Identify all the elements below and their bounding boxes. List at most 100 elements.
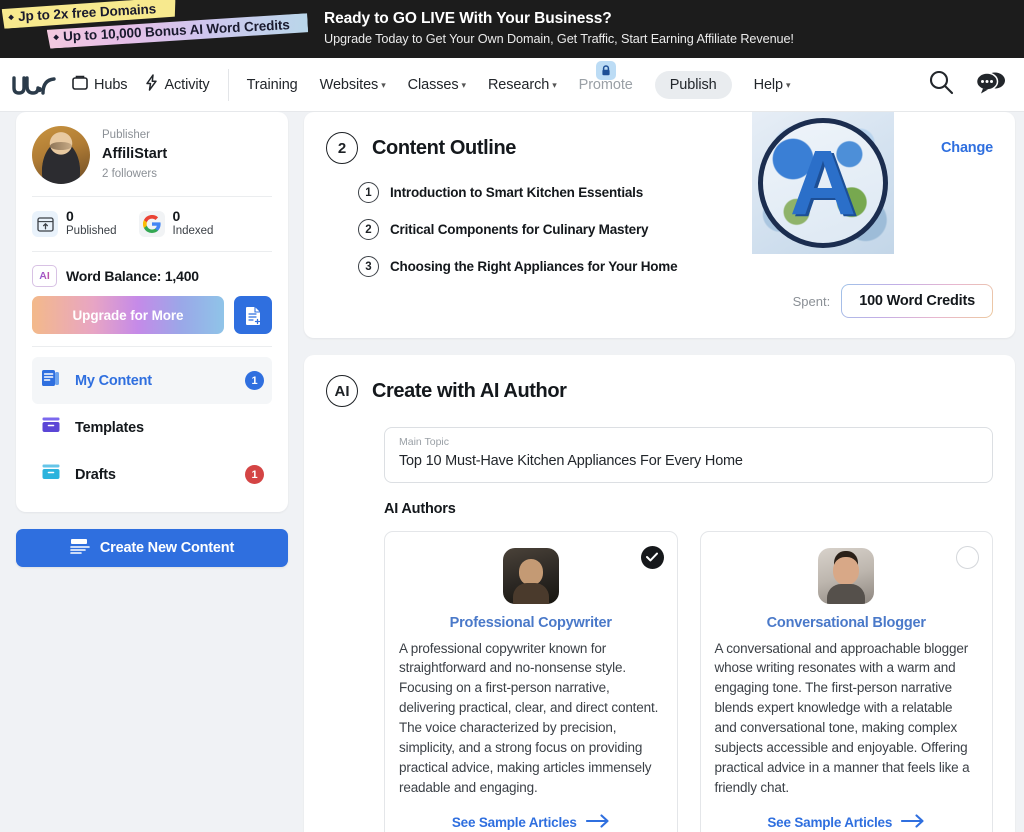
promo-headline: Ready to GO LIVE With Your Business? xyxy=(324,10,612,28)
arrow-right-icon xyxy=(585,814,610,831)
author-card-professional-copywriter[interactable]: Professional Copywriter A professional c… xyxy=(384,530,678,832)
sidebar-card: Publisher AffiliStart 2 followers 0 Publ… xyxy=(16,112,288,513)
drafts-box-icon xyxy=(40,461,62,488)
outline-item[interactable]: 2 Critical Components for Culinary Maste… xyxy=(358,219,991,240)
nav-actions xyxy=(928,69,1006,100)
upgrade-row: Upgrade for More xyxy=(32,296,272,346)
outline-item[interactable]: 3 Choosing the Right Appliances for Your… xyxy=(358,256,991,277)
step-number-badge: 2 xyxy=(326,132,358,164)
content-pages-icon xyxy=(40,367,62,394)
nav-promote[interactable]: Promote xyxy=(579,60,633,93)
promo-banner: Jp to 2x free Domains Up to 10,000 Bonus… xyxy=(0,0,1024,58)
spent-row: Spent: 100 Word Credits xyxy=(793,284,993,318)
new-document-button[interactable] xyxy=(234,296,272,335)
main-topic-input[interactable]: Main Topic Top 10 Must-Have Kitchen Appl… xyxy=(384,427,993,483)
wealthy-affiliate-logo-icon[interactable] xyxy=(12,72,58,98)
promo-badges: Jp to 2x free Domains Up to 10,000 Bonus… xyxy=(0,0,312,58)
avatar xyxy=(32,126,90,184)
thumbnail-letter: A xyxy=(789,131,857,234)
nav-publish-label: Publish xyxy=(669,76,717,93)
sidebar-item-templates[interactable]: Templates xyxy=(32,404,272,451)
nav-help-label: Help xyxy=(753,76,784,93)
stat-indexed-label: Indexed xyxy=(172,225,214,238)
create-new-content-button[interactable]: Create New Content xyxy=(16,529,288,568)
ai-chip-icon: AI xyxy=(32,265,57,288)
lock-icon xyxy=(595,60,616,80)
chevron-down-icon: ▾ xyxy=(786,80,791,90)
author-selected-checkmark-icon[interactable] xyxy=(640,545,664,569)
arrow-right-icon xyxy=(901,814,925,831)
thumbnail-ring: A xyxy=(758,118,888,248)
see-sample-articles-link[interactable]: See Sample Articles xyxy=(399,798,663,831)
ai-authors-grid: Professional Copywriter A professional c… xyxy=(384,530,993,832)
sidebar-item-drafts[interactable]: Drafts 1 xyxy=(32,451,272,498)
article-thumbnail: A xyxy=(752,112,894,254)
outline-item[interactable]: 1 Introduction to Smart Kitchen Essentia… xyxy=(358,182,991,203)
main-topic-value: Top 10 Must-Have Kitchen Appliances For … xyxy=(399,452,743,469)
nav-classes[interactable]: Classes ▾ xyxy=(408,77,466,93)
outline-item-text: Choosing the Right Appliances for Your H… xyxy=(390,259,678,274)
chevron-down-icon: ▾ xyxy=(552,80,557,90)
nav-websites[interactable]: Websites ▾ xyxy=(320,77,386,93)
promo-subline: Upgrade Today to Get Your Own Domain, Ge… xyxy=(324,32,794,47)
nav-training-label: Training xyxy=(246,76,298,93)
stat-indexed-value: 0 xyxy=(172,208,181,224)
nav-websites-label: Websites xyxy=(319,76,379,93)
outline-item-number: 3 xyxy=(358,256,379,277)
word-balance-label: Word Balance: 1,400 xyxy=(66,268,199,285)
content-outline-card: 2 Content Outline 1 Introduction to Smar… xyxy=(304,112,1015,338)
article-thumbnail-wrap[interactable]: A xyxy=(752,112,894,254)
stats-row: 0 Published 0 Indexed xyxy=(32,197,272,251)
author-name[interactable]: Conversational Blogger xyxy=(715,615,979,631)
profile-block[interactable]: Publisher AffiliStart 2 followers xyxy=(32,126,272,196)
see-sample-articles-label: See Sample Articles xyxy=(767,815,893,831)
upgrade-for-more-button[interactable]: Upgrade for More xyxy=(32,296,224,335)
create-new-content-label: Create New Content xyxy=(99,540,235,557)
drafts-count-badge: 1 xyxy=(245,465,264,485)
profile-name: AffiliStart xyxy=(102,146,168,163)
nav-training[interactable]: Training xyxy=(247,77,298,93)
my-content-count-badge: 1 xyxy=(245,371,264,391)
author-avatar xyxy=(502,547,559,604)
chat-icon[interactable] xyxy=(975,70,1006,100)
ai-author-header: AI Create with AI Author xyxy=(326,375,993,407)
spent-label: Spent: xyxy=(792,293,831,309)
sidebar-item-my-content[interactable]: My Content 1 xyxy=(32,357,272,405)
nav-research[interactable]: Research ▾ xyxy=(488,77,557,93)
profile-followers: 2 followers xyxy=(102,167,157,180)
outline-item-number: 2 xyxy=(358,219,379,240)
ai-authors-heading: AI Authors xyxy=(384,500,456,517)
stat-published-text: 0 Published xyxy=(66,208,117,239)
sidebar-item-drafts-label: Drafts xyxy=(75,466,116,483)
nav-primary-group: Hubs Activity xyxy=(72,74,210,95)
create-with-ai-author-card: AI Create with AI Author Main Topic Top … xyxy=(304,355,1015,832)
nav-classes-label: Classes xyxy=(407,76,459,93)
profile-role: Publisher xyxy=(102,128,150,141)
profile-text: Publisher AffiliStart 2 followers xyxy=(102,127,167,183)
nav-hubs[interactable]: Hubs xyxy=(72,74,128,95)
nav-activity-label: Activity xyxy=(164,76,210,93)
spent-value-box: 100 Word Credits xyxy=(841,284,993,318)
sidebar: Publisher AffiliStart 2 followers 0 Publ… xyxy=(0,112,304,832)
nav-divider xyxy=(227,68,229,101)
sidebar-menu: My Content 1 Templates Drafts 1 xyxy=(32,347,272,502)
promo-text: Ready to GO LIVE With Your Business? Upg… xyxy=(324,9,794,49)
stat-indexed: 0 Indexed xyxy=(138,208,214,239)
stat-published-label: Published xyxy=(66,225,117,238)
templates-box-icon xyxy=(40,414,62,441)
lightning-icon xyxy=(145,74,158,95)
author-select-radio-icon[interactable] xyxy=(956,545,979,569)
content-outline-title: Content Outline xyxy=(372,136,516,159)
see-sample-articles-link[interactable]: See Sample Articles xyxy=(715,798,979,831)
chevron-down-icon: ▾ xyxy=(381,80,386,90)
change-image-link[interactable]: Change xyxy=(941,140,993,156)
author-name[interactable]: Professional Copywriter xyxy=(399,615,663,631)
nav-help[interactable]: Help ▾ xyxy=(754,77,791,93)
nav-publish[interactable]: Publish xyxy=(654,70,732,99)
author-card-conversational-blogger[interactable]: Conversational Blogger A conversational … xyxy=(699,530,993,832)
search-icon[interactable] xyxy=(928,69,954,100)
nav-activity[interactable]: Activity xyxy=(145,74,210,95)
nav-research-label: Research xyxy=(487,76,550,93)
stat-published-value: 0 xyxy=(66,208,74,224)
ai-badge-icon: AI xyxy=(326,375,358,407)
